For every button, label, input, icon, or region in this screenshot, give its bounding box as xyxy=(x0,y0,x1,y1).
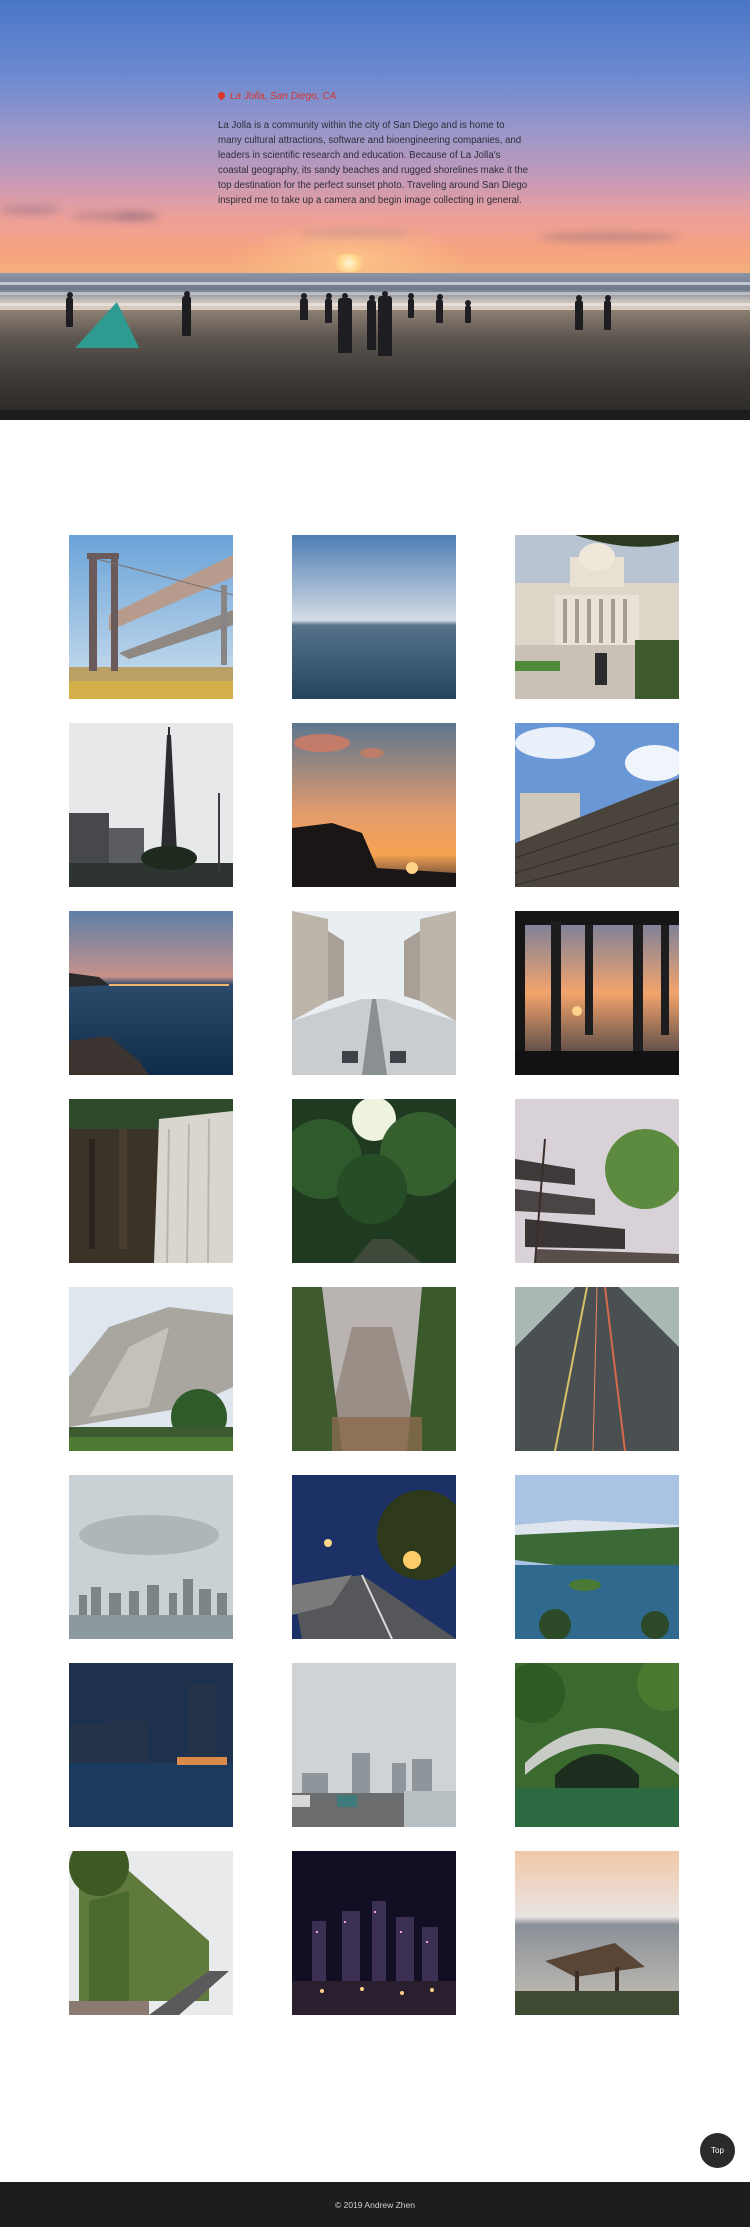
gallery-photo[interactable] xyxy=(292,911,456,1075)
wave xyxy=(0,282,750,285)
gallery-photo[interactable] xyxy=(292,1099,456,1263)
granite-cliff-photo xyxy=(69,1287,233,1451)
lake-islands-photo xyxy=(515,1475,679,1639)
gallery-photo[interactable] xyxy=(515,1287,679,1451)
copyright-text: © 2019 Andrew Zhen xyxy=(335,2199,415,2210)
gallery-photo[interactable] xyxy=(515,1099,679,1263)
bay-photo xyxy=(69,911,233,1075)
gallery-photo[interactable] xyxy=(69,911,233,1075)
person-silhouette xyxy=(378,291,392,356)
wave xyxy=(0,292,750,295)
person-silhouette xyxy=(604,295,611,330)
skyline-cloudy-photo xyxy=(69,1475,233,1639)
gallery-photo[interactable] xyxy=(292,723,456,887)
person-silhouette xyxy=(338,293,352,353)
person-silhouette xyxy=(182,291,191,336)
gallery-photo[interactable] xyxy=(69,1475,233,1639)
ivy-building-photo xyxy=(69,1851,233,2015)
gallery-photo[interactable] xyxy=(292,1851,456,2015)
hero-description: La Jolla is a community within the city … xyxy=(218,120,529,206)
gallery-photo[interactable] xyxy=(515,1663,679,1827)
person-silhouette xyxy=(408,293,414,318)
map-pin-icon xyxy=(218,92,225,101)
gallery-photo[interactable] xyxy=(292,1475,456,1639)
gallery-photo[interactable] xyxy=(69,1851,233,2015)
location-text: La Jolla, San Diego, CA xyxy=(230,91,337,102)
temple-roofs-photo xyxy=(515,1099,679,1263)
person-silhouette xyxy=(575,295,583,330)
misty-forest-photo xyxy=(292,1287,456,1451)
gallery-photo[interactable] xyxy=(515,1475,679,1639)
hazy-city-photo xyxy=(292,1663,456,1827)
beach-tent xyxy=(75,302,149,348)
gallery-photo[interactable] xyxy=(292,535,456,699)
gallery-photo[interactable] xyxy=(69,1287,233,1451)
person-silhouette xyxy=(325,293,332,323)
sun xyxy=(331,254,367,272)
location-label: La Jolla, San Diego, CA xyxy=(218,91,530,102)
waterfall-photo xyxy=(69,1099,233,1263)
gallery-photo[interactable] xyxy=(292,1287,456,1451)
pier-photo xyxy=(515,911,679,1075)
hero-text-block: La Jolla, San Diego, CA La Jolla is a co… xyxy=(218,91,530,208)
bridge-photo xyxy=(69,535,233,699)
tower-photo xyxy=(69,723,233,887)
gallery-photo[interactable] xyxy=(69,1663,233,1827)
person-silhouette xyxy=(66,292,73,327)
arch-bridge-photo xyxy=(515,1663,679,1827)
hero-bottom-edge xyxy=(0,410,750,420)
person-silhouette xyxy=(465,300,471,323)
cloud xyxy=(0,205,60,215)
walkway-night-photo xyxy=(292,1475,456,1639)
forest-path-photo xyxy=(292,1099,456,1263)
back-to-top-button[interactable]: Top xyxy=(700,2133,735,2168)
gallery-photo[interactable] xyxy=(292,1663,456,1827)
sunset-cliff-photo xyxy=(292,723,456,887)
cloud xyxy=(115,212,155,220)
gallery-photo[interactable] xyxy=(515,723,679,887)
gallery-photo[interactable] xyxy=(515,911,679,1075)
person-silhouette xyxy=(300,293,308,320)
gallery-photo[interactable] xyxy=(69,723,233,887)
gallery-photo[interactable] xyxy=(69,535,233,699)
hero-banner: La Jolla, San Diego, CA La Jolla is a co… xyxy=(0,0,750,420)
person-silhouette xyxy=(436,294,443,323)
cloud xyxy=(540,232,680,242)
night-harbor-photo xyxy=(69,1663,233,1827)
tunnel-road-photo xyxy=(515,1287,679,1451)
gallery-photo[interactable] xyxy=(515,1851,679,2015)
ocean-photo xyxy=(292,535,456,699)
person-silhouette xyxy=(367,295,376,350)
footer: © 2019 Andrew Zhen xyxy=(0,2182,750,2227)
courtyard-photo xyxy=(292,911,456,1075)
ruins-photo xyxy=(515,723,679,887)
beach-hut-photo xyxy=(515,1851,679,2015)
capitol-photo xyxy=(515,535,679,699)
gallery-photo[interactable] xyxy=(69,1099,233,1263)
city-lights-photo xyxy=(292,1851,456,2015)
gallery-photo[interactable] xyxy=(515,535,679,699)
